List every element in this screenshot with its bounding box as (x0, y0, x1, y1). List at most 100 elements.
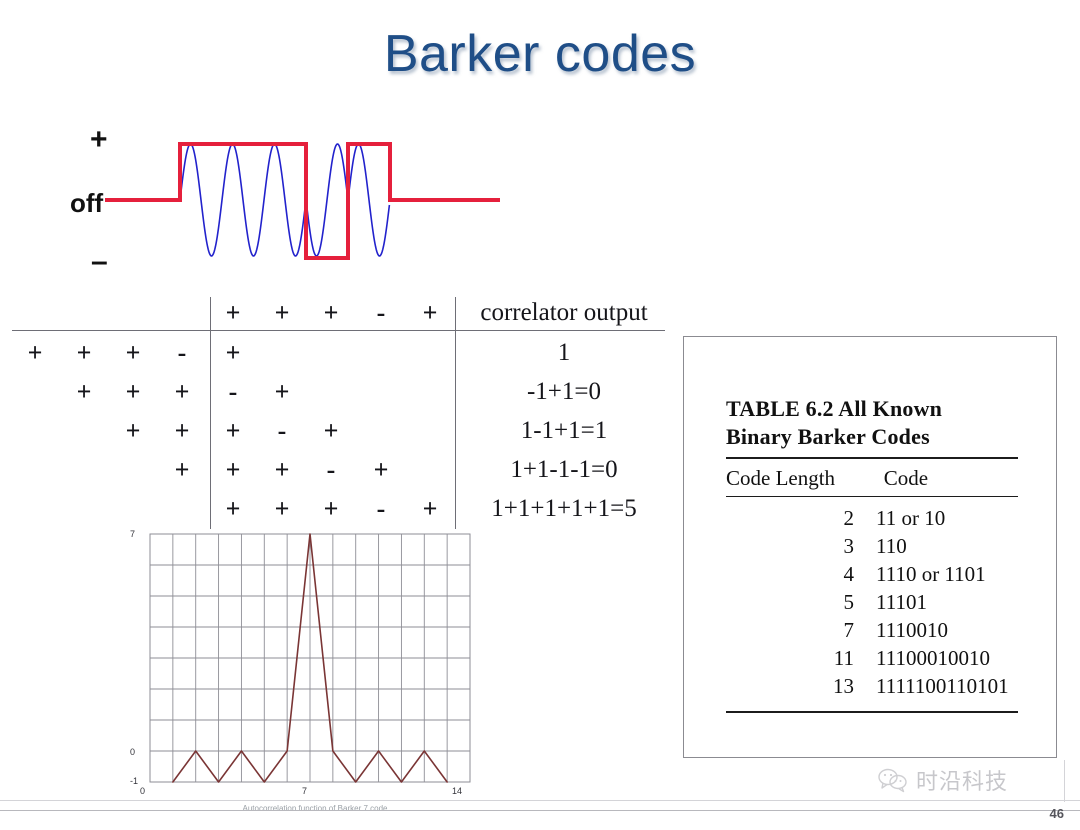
correlation-row: + + + - + 1-1+1=1 (0, 411, 675, 451)
correlation-row: + + + - + -1+1=0 (0, 372, 675, 412)
overlap-code-chip: + (323, 416, 339, 445)
shifted-code-chip: + (27, 338, 43, 367)
correlator-output-value: 1+1+1+1+1=5 (491, 495, 637, 522)
correlation-row: + + + - + 1+1+1+1+1=5 (0, 489, 675, 529)
barker-codes-table-box: TABLE 6.2 All Known Binary Barker Codes … (683, 336, 1057, 758)
cell-code-length: 7 (843, 618, 855, 642)
overlap-code-chip: + (225, 455, 241, 484)
overlap-code-chip: + (373, 455, 389, 484)
chart-gridlines (150, 534, 470, 782)
overlap-code-chip: - (326, 455, 336, 484)
overlap-code-chip: + (274, 494, 290, 523)
x-axis-tick-label: 0 (140, 786, 146, 796)
correlation-header-row: + + + - + correlator output (0, 293, 675, 333)
shifted-code-chip: + (76, 338, 92, 367)
cell-code: 110 (876, 534, 907, 559)
correlation-table: + + + - + correlator output + + + - + 1 … (0, 293, 675, 533)
envelope-square-path (105, 142, 500, 260)
reference-code-chip: + (274, 298, 290, 327)
chart-caption: Autocorrelation function of Barker 7 cod… (242, 804, 388, 813)
waveform-plot (105, 142, 500, 260)
cell-code: 1110010 (876, 618, 948, 642)
overlap-code-chip: + (274, 377, 290, 406)
x-axis-tick-label: 7 (302, 786, 308, 796)
reference-code-chip: + (422, 298, 438, 327)
overlap-code-chip: + (225, 338, 241, 367)
column-header-code: Code (883, 466, 929, 491)
overlap-code-chip: + (422, 494, 438, 523)
overlap-code-chip: + (225, 494, 241, 523)
correlator-output-value: 1 (557, 339, 571, 366)
cell-code-length: 5 (843, 590, 855, 615)
x-axis-tick-label: 14 (452, 786, 463, 796)
column-header-code-length: Code Length (726, 466, 836, 491)
cell-code: 11 or 10 (876, 506, 946, 531)
overlap-code-chip: - (376, 494, 386, 523)
footer-divider (0, 800, 1080, 801)
carrier-sine-path (179, 143, 391, 257)
cell-code-length: 4 (843, 562, 855, 587)
overlap-code-chip: + (274, 455, 290, 484)
autocorrelation-chart: 7 0 -1 0 7 14 Autocorrelation function o… (0, 528, 1080, 828)
watermark: 时沿科技 (878, 764, 1008, 796)
shifted-code-chip: + (125, 416, 141, 445)
reference-code-chip: + (323, 298, 339, 327)
chat-bubble-icon (878, 768, 907, 793)
table-row: 3 110 (726, 533, 1018, 561)
shifted-code-chip: - (177, 338, 187, 367)
cell-code: 11101 (876, 590, 927, 615)
cell-code-length: 2 (843, 506, 855, 531)
table-row: 5 11101 (726, 589, 1018, 617)
cell-code-length: 13 (833, 673, 854, 698)
cell-code: 1111100110101 (876, 673, 1009, 698)
waveform-label-plus: + (90, 123, 108, 156)
page-title: Barker codes (383, 25, 697, 83)
shifted-code-chip: + (174, 377, 190, 406)
barker-table-rule-bottom (726, 710, 1018, 713)
y-axis-tick-label: 0 (130, 747, 136, 757)
barker-table-caption-line2: Binary Barker Codes (726, 424, 930, 450)
shifted-code-chip: + (76, 377, 92, 406)
barker-table-body: 2 11 or 10 3 110 4 1110 or 1101 5 11101 … (726, 497, 1018, 700)
reference-code-chip: + (225, 298, 241, 327)
shifted-code-chip: + (174, 455, 190, 484)
table-row: 4 1110 or 1101 (726, 561, 1018, 589)
overlap-code-chip: - (277, 416, 287, 445)
shifted-code-chip: + (125, 338, 141, 367)
correlation-row: + + + - + 1+1-1-1=0 (0, 450, 675, 490)
barker-table-caption-line1: TABLE 6.2 All Known (726, 396, 943, 421)
correlation-row: + + + - + 1 (0, 333, 675, 373)
table-row: 7 1110010 (726, 617, 1018, 645)
barker-table-header-row: Code Length Code (726, 459, 1018, 496)
slide-bottom-hairline (0, 810, 1080, 811)
autocorrelation-plot (149, 533, 471, 783)
barker-codes-table: TABLE 6.2 All Known Binary Barker Codes … (726, 395, 1018, 713)
barker-waveform-figure: + off – (60, 118, 520, 293)
barker-table-caption: TABLE 6.2 All Known Binary Barker Codes (726, 395, 1018, 451)
table-row: 2 11 or 10 (726, 505, 1018, 533)
overlap-code-chip: - (228, 377, 238, 406)
correlator-output-value: -1+1=0 (526, 378, 602, 405)
waveform-label-off: off (70, 188, 104, 218)
slide-canvas: Barker codes + off – + + + - + correlato… (0, 0, 1080, 830)
shifted-code-chip: + (125, 377, 141, 406)
y-axis-tick-label: -1 (130, 776, 139, 786)
overlap-code-chip: + (323, 494, 339, 523)
cell-code-length: 3 (843, 534, 855, 559)
watermark-divider (1064, 760, 1065, 802)
correlator-output-header: correlator output (480, 299, 648, 326)
watermark-text: 时沿科技 (916, 769, 1009, 794)
reference-code-chip: - (376, 298, 386, 327)
table-row: 13 1111100110101 (726, 673, 1018, 701)
cell-code: 11100010010 (876, 645, 990, 670)
cell-code-length: 11 (833, 645, 854, 670)
overlap-code-chip: + (225, 416, 241, 445)
page-number: 46 (1049, 806, 1064, 821)
cell-code: 1110 or 1101 (876, 562, 986, 587)
waveform-label-minus: – (91, 245, 108, 278)
table-row: 11 11100010010 (726, 645, 1018, 673)
correlator-output-value: 1-1+1=1 (520, 417, 608, 444)
y-axis-tick-label: 7 (130, 529, 136, 539)
correlator-output-value: 1+1-1-1=0 (510, 456, 618, 483)
shifted-code-chip: + (174, 416, 190, 445)
